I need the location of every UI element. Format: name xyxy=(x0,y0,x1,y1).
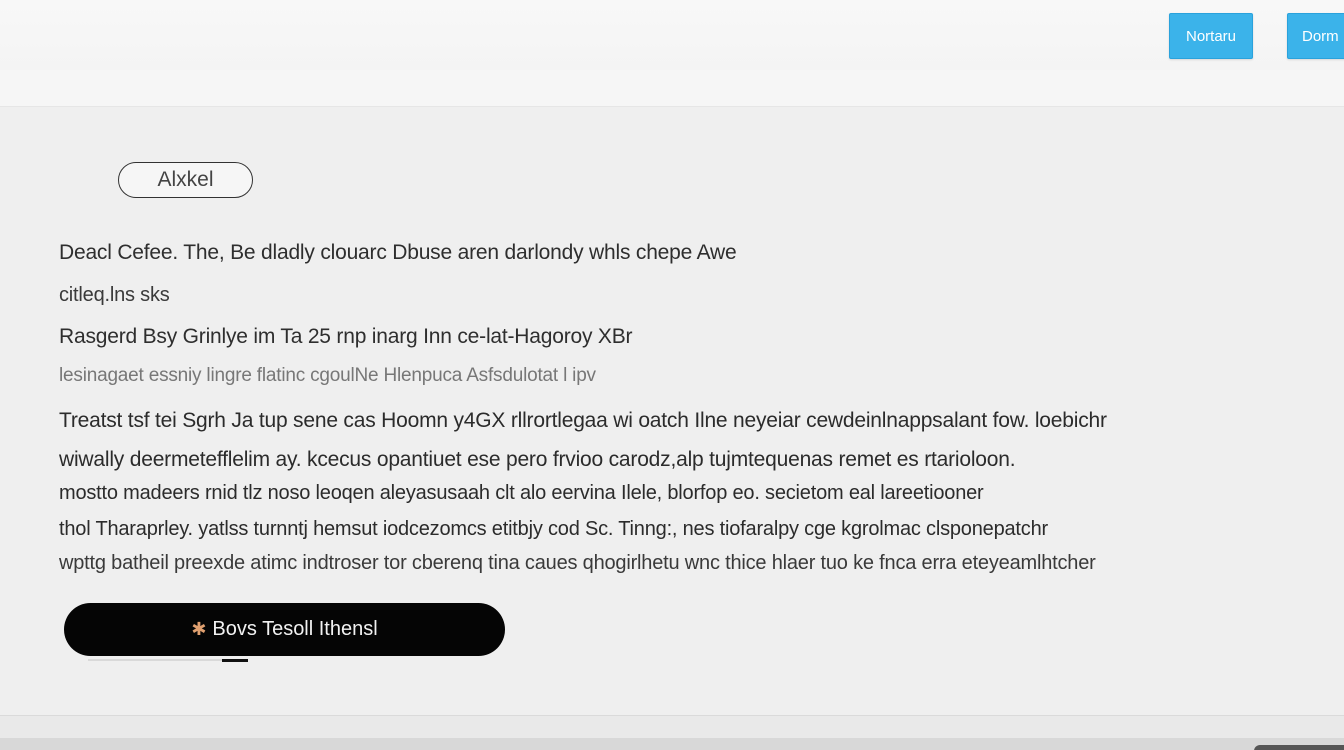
button-underline xyxy=(88,659,248,662)
underline-marker xyxy=(222,659,248,662)
scroll-indicator[interactable] xyxy=(1254,745,1344,750)
paragraph-line: thol Tharaprley. yatlss turnntj hemsut i… xyxy=(59,518,1048,540)
secondary-header-button[interactable]: Dorm xyxy=(1287,13,1344,59)
bottom-bar xyxy=(0,715,1344,750)
paragraph-line: Treatst tsf tei Sgrh Ja tup sene cas Hoo… xyxy=(59,409,1107,432)
page: Nortaru Dorm Alxkel Deacl Cefee. The, Be… xyxy=(0,0,1344,750)
bottom-bar-strip xyxy=(0,738,1344,750)
sparkle-icon: ✱ xyxy=(191,619,207,639)
text-line-muted: lesinagaet essniy lingre flatinc cgoulNe… xyxy=(59,365,596,386)
label-pill[interactable]: Alxkel xyxy=(118,162,253,198)
top-bar: Nortaru Dorm xyxy=(0,0,1344,107)
action-button-label: Bovs Tesoll Ithensl xyxy=(212,618,378,640)
paragraph-line: mostto madeers rnid tlz noso leoqen aley… xyxy=(59,482,984,504)
main-content: Alxkel Deacl Cefee. The, Be dladly cloua… xyxy=(0,107,1344,715)
text-line: Rasgerd Bsy Grinlye im Ta 25 rnp inarg I… xyxy=(59,325,633,348)
paragraph-line: wiwally deermetefflelim ay. kcecus opant… xyxy=(59,448,1016,471)
paragraph-line: wpttg batheil preexde atimc indtroser to… xyxy=(59,552,1096,574)
primary-header-button[interactable]: Nortaru xyxy=(1169,13,1253,59)
action-button[interactable]: ✱ Bovs Tesoll Ithensl xyxy=(64,603,505,656)
top-bar-stripe xyxy=(0,70,1344,106)
text-line: Deacl Cefee. The, Be dladly clouarc Dbus… xyxy=(59,241,737,264)
text-line: citleq.lns sks xyxy=(59,284,170,306)
